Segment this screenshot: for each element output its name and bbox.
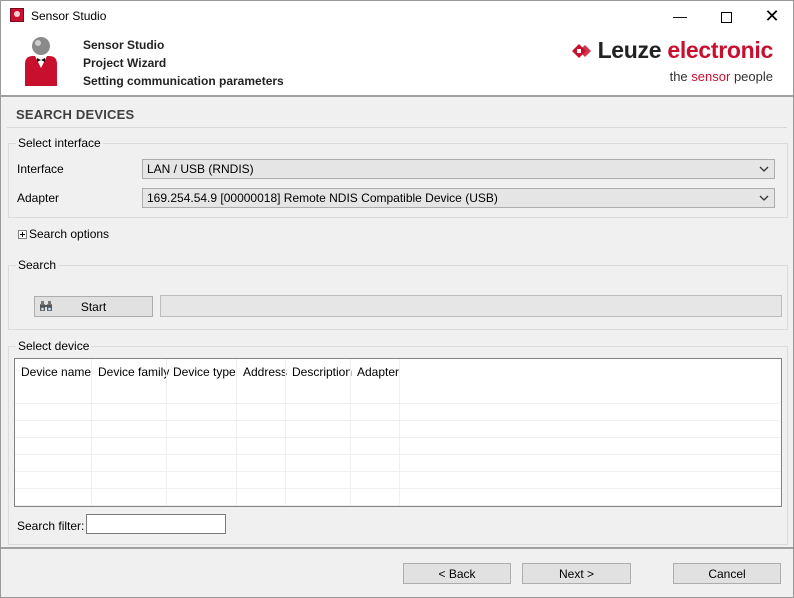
- leuze-logo-mark-icon: [571, 44, 591, 58]
- wizard-window: Sensor Studio — ✕ Sensor Studio Project …: [0, 0, 794, 598]
- column-header-adapter[interactable]: Adapter: [351, 359, 400, 387]
- table-row[interactable]: [15, 404, 781, 421]
- tagline-prefix: the: [669, 69, 688, 84]
- binoculars-icon: [40, 301, 52, 311]
- minimize-button[interactable]: —: [657, 1, 703, 31]
- header-line-app: Sensor Studio: [83, 38, 165, 52]
- minimize-icon: —: [673, 8, 687, 24]
- logo-tagline: the sensor people: [570, 69, 773, 84]
- expand-plus-icon: [18, 230, 27, 240]
- tagline-highlight: sensor: [691, 69, 731, 84]
- chevron-down-icon: [759, 195, 769, 201]
- search-filter-label: Search filter:: [17, 519, 85, 533]
- adapter-select-value: 169.254.54.9 [00000018] Remote NDIS Comp…: [147, 191, 498, 205]
- column-header-description[interactable]: Description: [286, 359, 352, 387]
- search-filter-input[interactable]: [86, 514, 226, 534]
- select-device-legend: Select device: [18, 339, 90, 353]
- header-line-step: Setting communication parameters: [83, 74, 284, 88]
- back-button[interactable]: < Back: [403, 563, 511, 584]
- chevron-down-icon: [759, 166, 769, 172]
- header-line-wizard: Project Wizard: [83, 56, 167, 70]
- tagline-suffix: people: [733, 69, 773, 84]
- table-row[interactable]: [15, 421, 781, 438]
- table-row[interactable]: [15, 472, 781, 489]
- logo-brand-suffix: electronic: [667, 37, 773, 63]
- search-options-label: Search options: [29, 227, 110, 241]
- close-icon: ✕: [764, 6, 780, 26]
- logo-brand: Leuze: [597, 37, 662, 63]
- column-header-device-family[interactable]: Device family: [92, 359, 169, 387]
- column-header-address[interactable]: Address: [237, 359, 287, 387]
- search-group: Search: [8, 258, 788, 330]
- title-divider: [7, 127, 787, 128]
- maximize-icon: [720, 11, 732, 23]
- search-options-expander[interactable]: Search options: [18, 227, 109, 241]
- wizard-header: Sensor Studio Project Wizard Setting com…: [1, 31, 793, 97]
- next-button[interactable]: Next >: [522, 563, 631, 584]
- window-title: Sensor Studio: [31, 9, 107, 23]
- start-button-label: Start: [80, 300, 107, 314]
- leuze-logo: Leuze electronic the sensor people: [570, 37, 773, 84]
- adapter-select[interactable]: 169.254.54.9 [00000018] Remote NDIS Comp…: [142, 188, 775, 208]
- column-header-device-name[interactable]: Device name: [15, 359, 92, 387]
- table-row[interactable]: [15, 438, 781, 455]
- maximize-button[interactable]: [703, 1, 749, 31]
- footer-divider: [1, 547, 793, 549]
- adapter-label: Adapter: [17, 191, 60, 205]
- select-interface-legend: Select interface: [18, 136, 101, 150]
- table-row[interactable]: [15, 455, 781, 472]
- device-table[interactable]: Device name Device family Device type Ad…: [14, 358, 782, 507]
- table-row[interactable]: [15, 387, 781, 404]
- table-row[interactable]: [15, 489, 781, 506]
- interface-select-value: LAN / USB (RNDIS): [147, 162, 254, 176]
- header-text: Sensor Studio Project Wizard Setting com…: [83, 36, 284, 90]
- search-progress-bar: [160, 295, 782, 317]
- title-bar: Sensor Studio — ✕: [1, 1, 793, 31]
- interface-label: Interface: [17, 162, 64, 176]
- cancel-button[interactable]: Cancel: [673, 563, 781, 584]
- close-button[interactable]: ✕: [749, 1, 794, 31]
- search-legend: Search: [18, 258, 57, 272]
- wizard-butler-icon: [25, 37, 57, 86]
- interface-select[interactable]: LAN / USB (RNDIS): [142, 159, 775, 179]
- page-title: SEARCH DEVICES: [16, 107, 135, 122]
- start-search-button[interactable]: Start: [34, 296, 153, 317]
- sensor-studio-app-icon: [10, 8, 24, 22]
- column-header-device-type[interactable]: Device type: [167, 359, 237, 387]
